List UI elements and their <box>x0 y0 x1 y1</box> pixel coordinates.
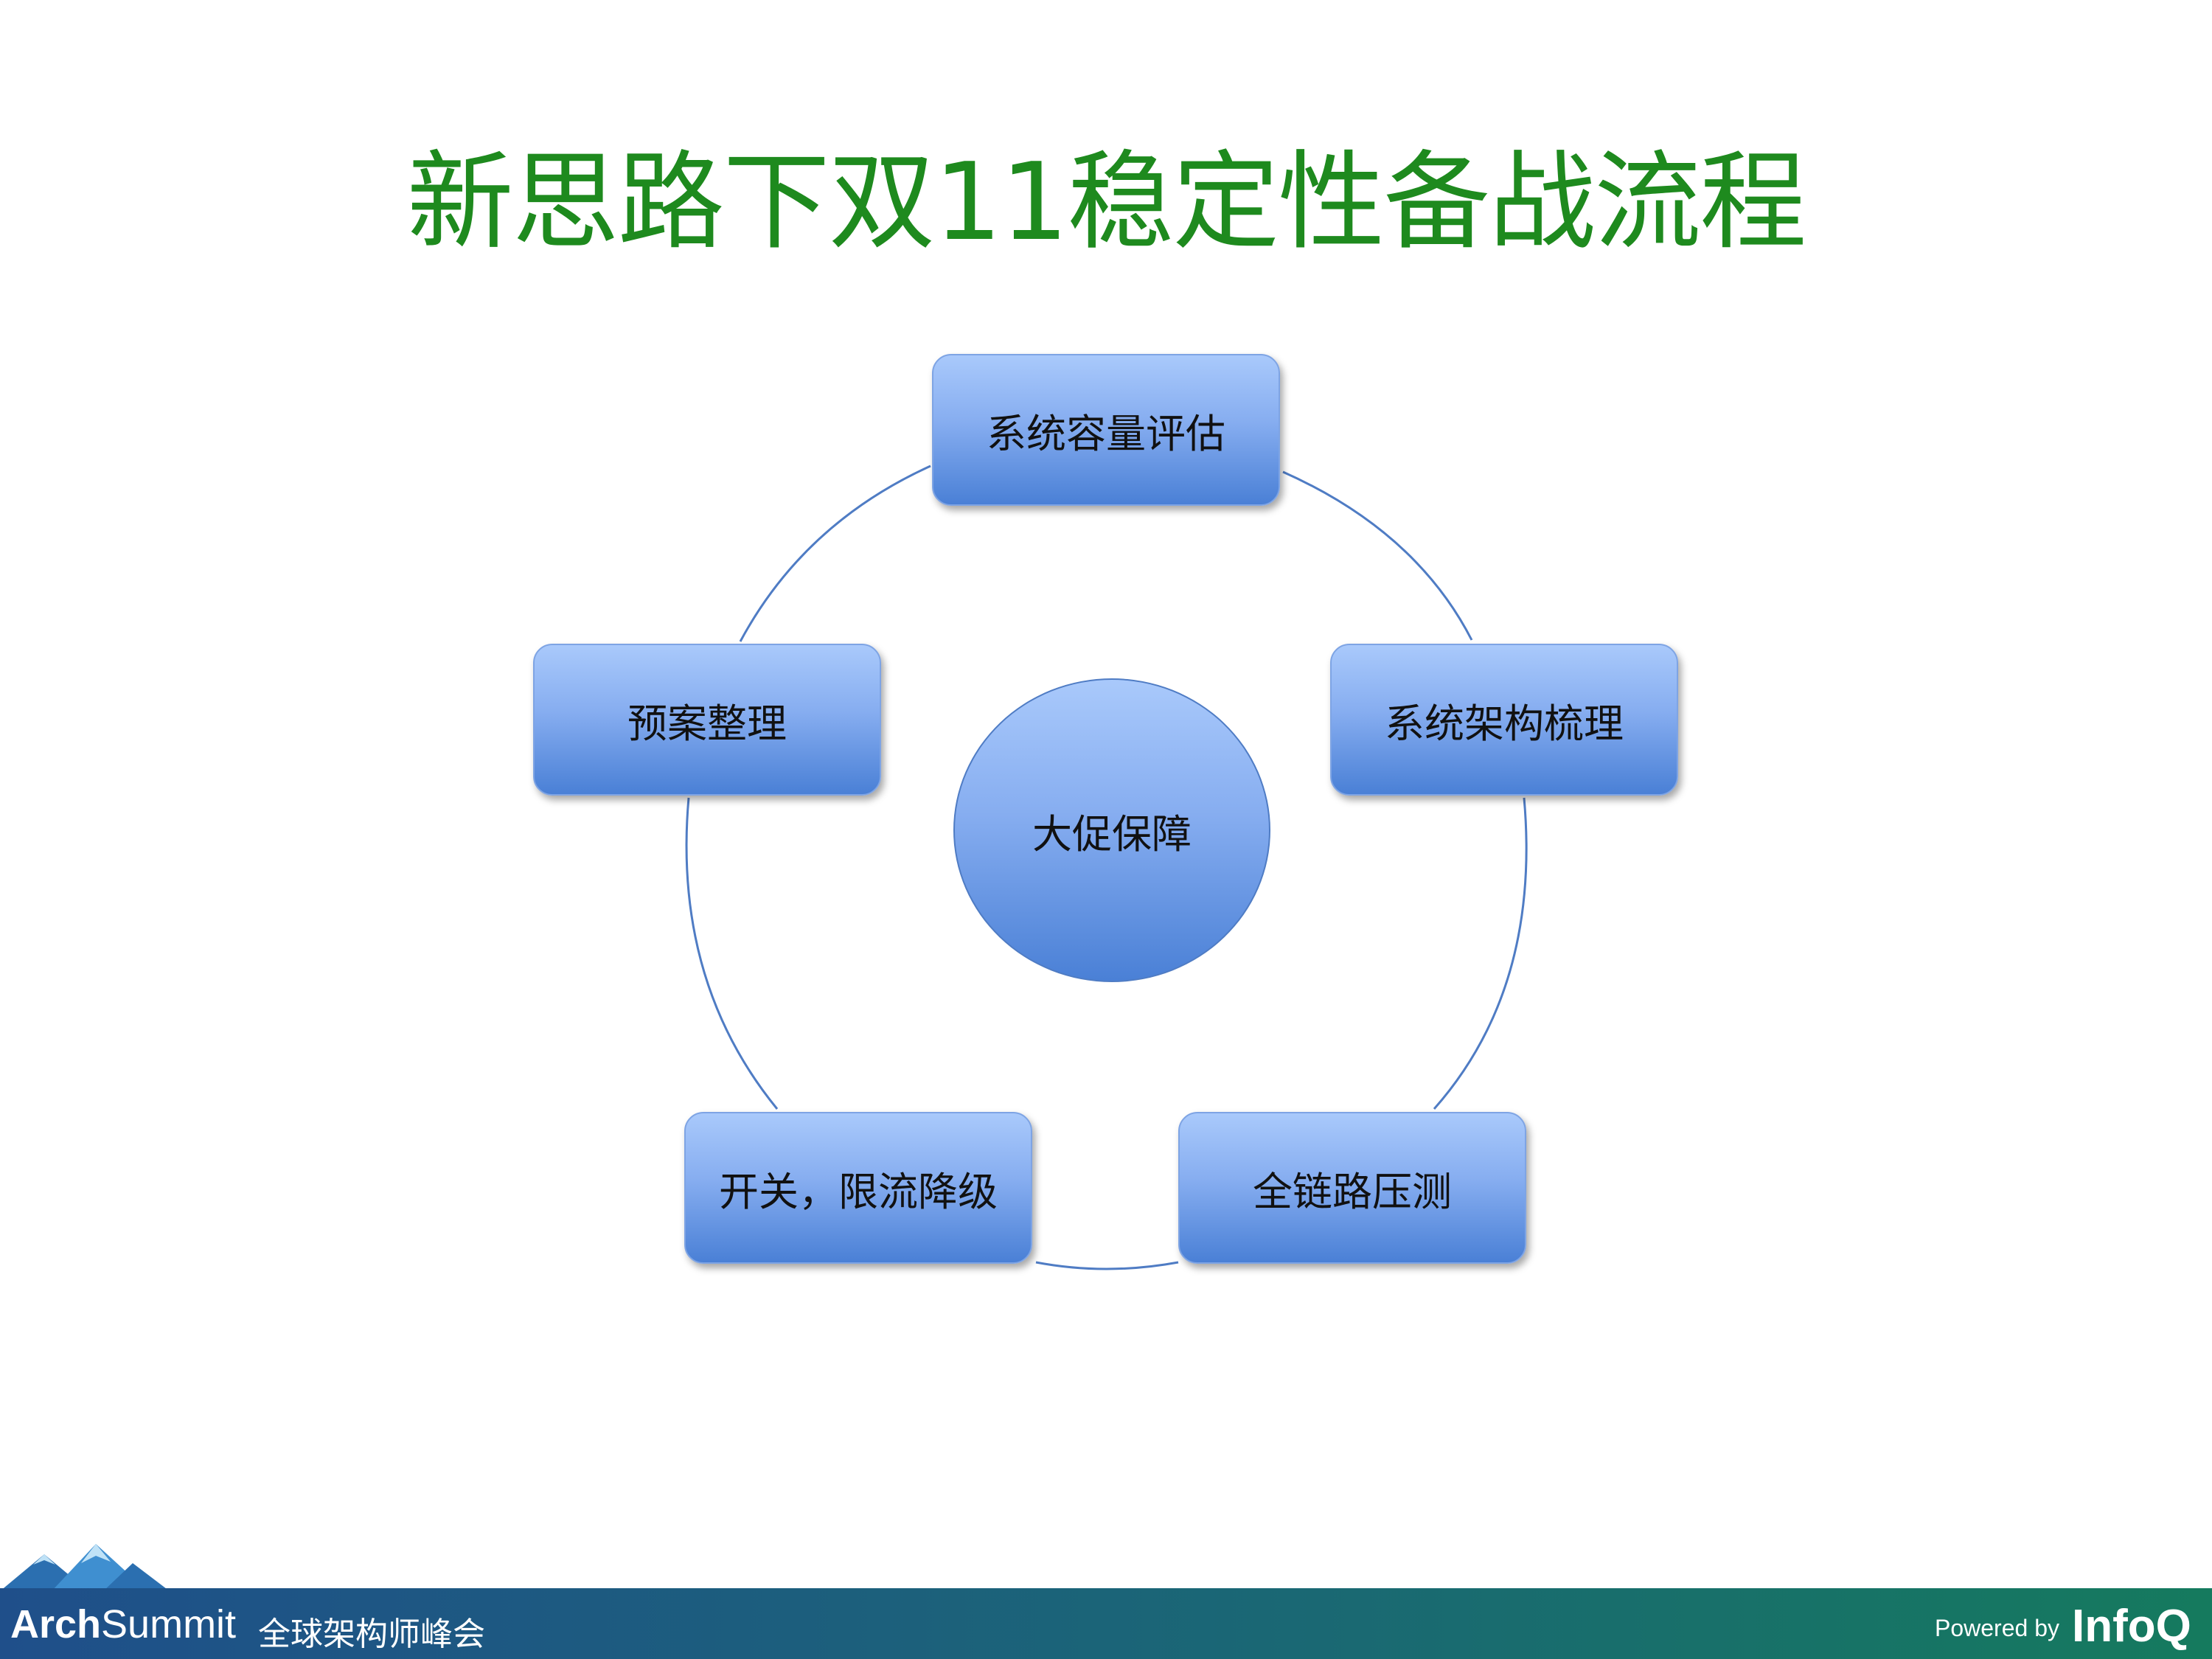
node-full-link-stress-test: 全链路压测 <box>1178 1112 1526 1264</box>
footer-sponsor-logo: InfoQ <box>2072 1601 2191 1652</box>
connector-right-bottomright <box>1433 797 1528 1110</box>
slide: 新思路下双11稳定性备战流程 系统容量评估 系统架构梳理 全链路压测 开关，限流… <box>0 0 2212 1659</box>
node-capacity-assessment: 系统容量评估 <box>932 354 1280 506</box>
footer-brand-bold: Arch <box>10 1602 102 1646</box>
connector-bottomleft-left <box>685 797 779 1110</box>
node-switch-rate-limit-degrade: 开关，限流降级 <box>684 1112 1032 1264</box>
footer-powered-by: Powered by <box>1935 1615 2059 1641</box>
connector-left-top <box>739 465 931 642</box>
footer-subtitle: 全球架构师峰会 <box>258 1615 485 1653</box>
connector-bottomright-bottomleft <box>1035 1261 1179 1270</box>
footer-brand: ArchSummit <box>10 1601 236 1647</box>
footer-brand-rest: Summit <box>101 1602 237 1646</box>
node-contingency-plan: 预案整理 <box>533 644 881 796</box>
archsummit-mountain-logo-icon <box>0 1544 170 1591</box>
center-circle: 大促保障 <box>953 678 1270 982</box>
node-architecture-review: 系统架构梳理 <box>1330 644 1678 796</box>
connector-top-right <box>1282 470 1473 641</box>
